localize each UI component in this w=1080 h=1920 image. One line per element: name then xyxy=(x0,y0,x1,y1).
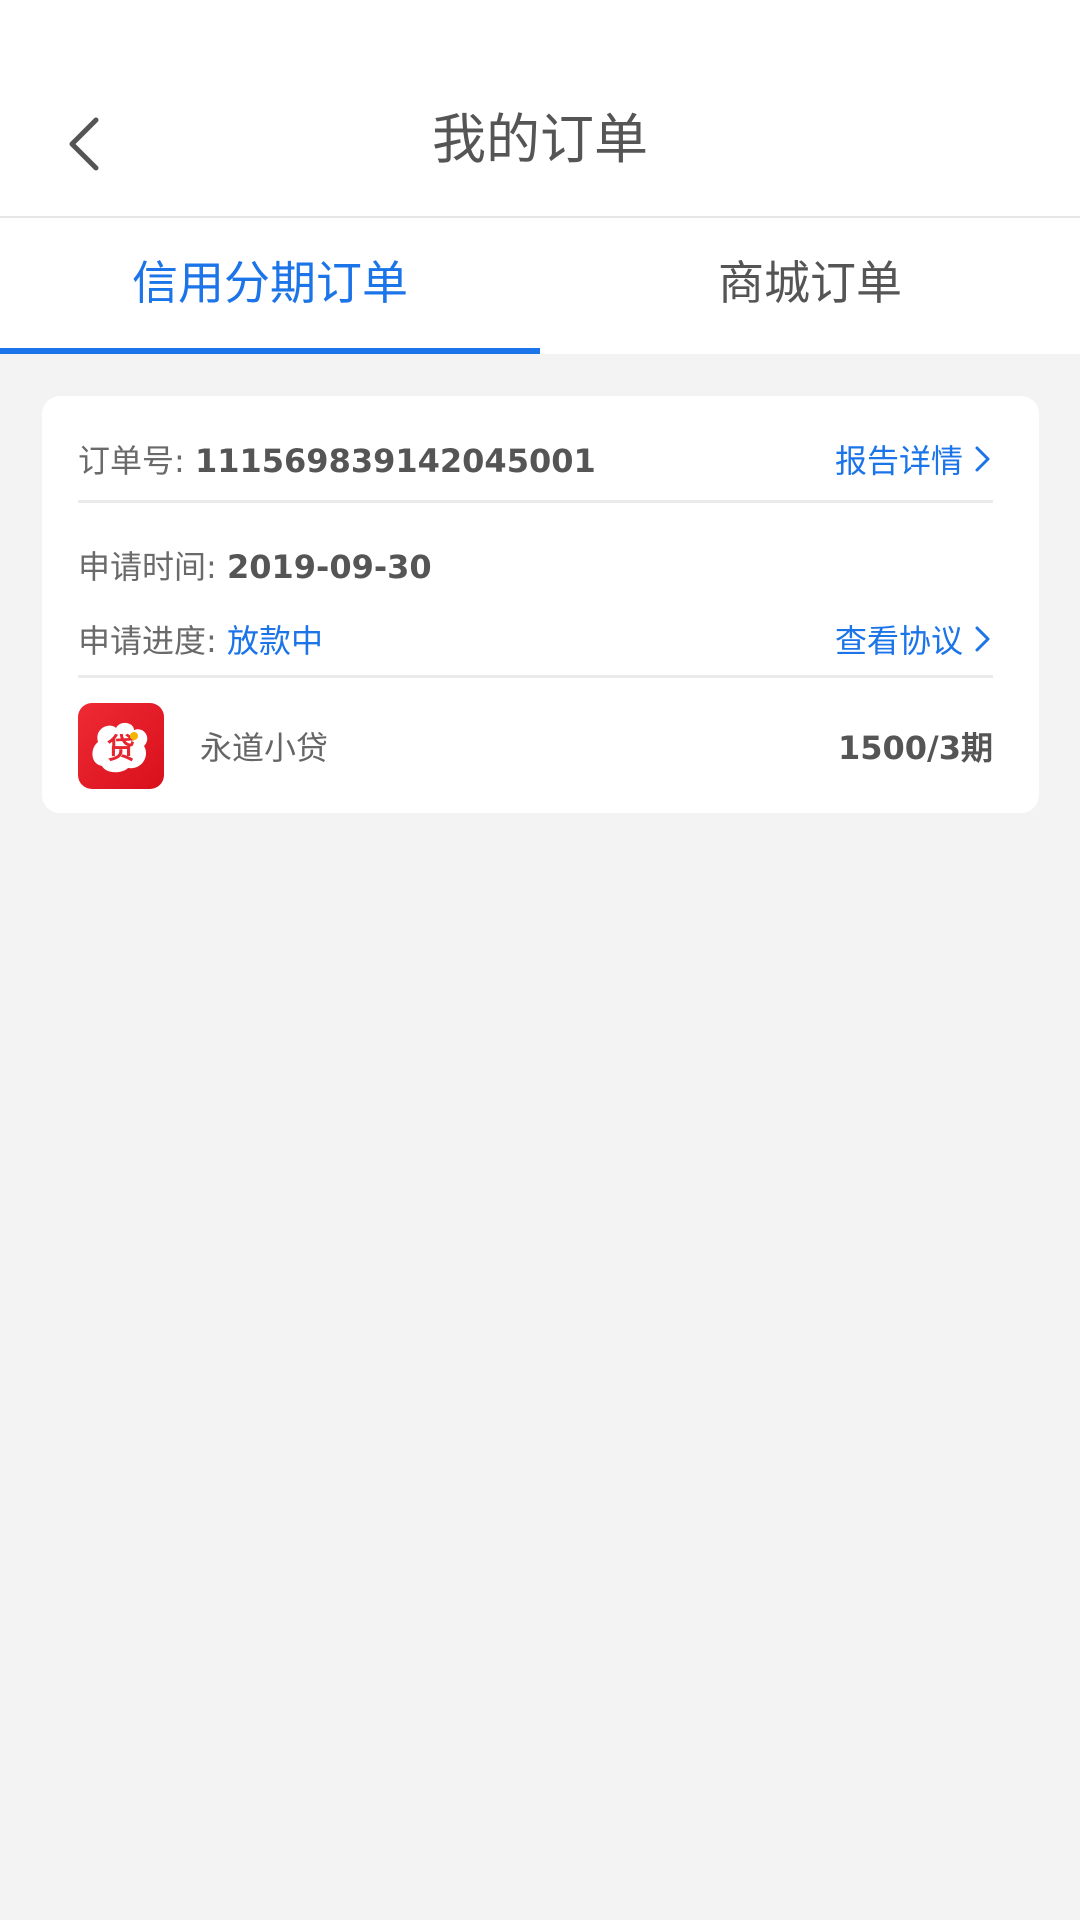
divider xyxy=(78,500,993,503)
order-card: 订单号: 111569839142045001 报告详情 申请时间: 2019-… xyxy=(42,396,1039,813)
product-name: 永道小贷 xyxy=(200,729,329,767)
report-details-label: 报告详情 xyxy=(834,442,963,480)
report-details-link[interactable]: 报告详情 xyxy=(835,436,993,482)
apply-time-value: 2019-09-30 xyxy=(226,548,432,586)
apply-progress-row: 申请进度: 放款中 查看协议 xyxy=(78,606,993,672)
loan-amount-term: 1500/3期 xyxy=(837,729,993,767)
chevron-right-icon xyxy=(975,626,990,652)
navigation-bar: 我的订单 xyxy=(0,70,1080,218)
divider xyxy=(78,675,993,678)
order-number-value: 111569839142045001 xyxy=(194,442,596,480)
status-bar xyxy=(0,0,1080,70)
view-agreement-label: 查看协议 xyxy=(834,622,963,660)
loan-logo-icon: 贷 xyxy=(92,722,148,773)
chevron-right-icon xyxy=(975,446,990,472)
tab-bar: 信用分期订单 商城订单 xyxy=(0,218,1080,354)
order-number-row: 订单号: 111569839142045001 报告详情 xyxy=(78,426,993,492)
apply-time-row: 申请时间: 2019-09-30 xyxy=(78,532,993,598)
tab-credit-installment-orders[interactable]: 信用分期订单 xyxy=(0,218,540,354)
apply-time-label: 申请时间: xyxy=(78,548,217,586)
view-agreement-link[interactable]: 查看协议 xyxy=(835,616,993,662)
order-number-label: 订单号: xyxy=(78,442,185,480)
tab-mall-orders[interactable]: 商城订单 xyxy=(540,218,1080,354)
product-logo: 贷 xyxy=(78,703,164,789)
page-title: 我的订单 xyxy=(432,108,648,171)
apply-progress-status: 放款中 xyxy=(226,622,323,660)
apply-progress-label: 申请进度: xyxy=(78,622,217,660)
product-row[interactable]: 贷 永道小贷 1500/3期 xyxy=(78,703,993,789)
